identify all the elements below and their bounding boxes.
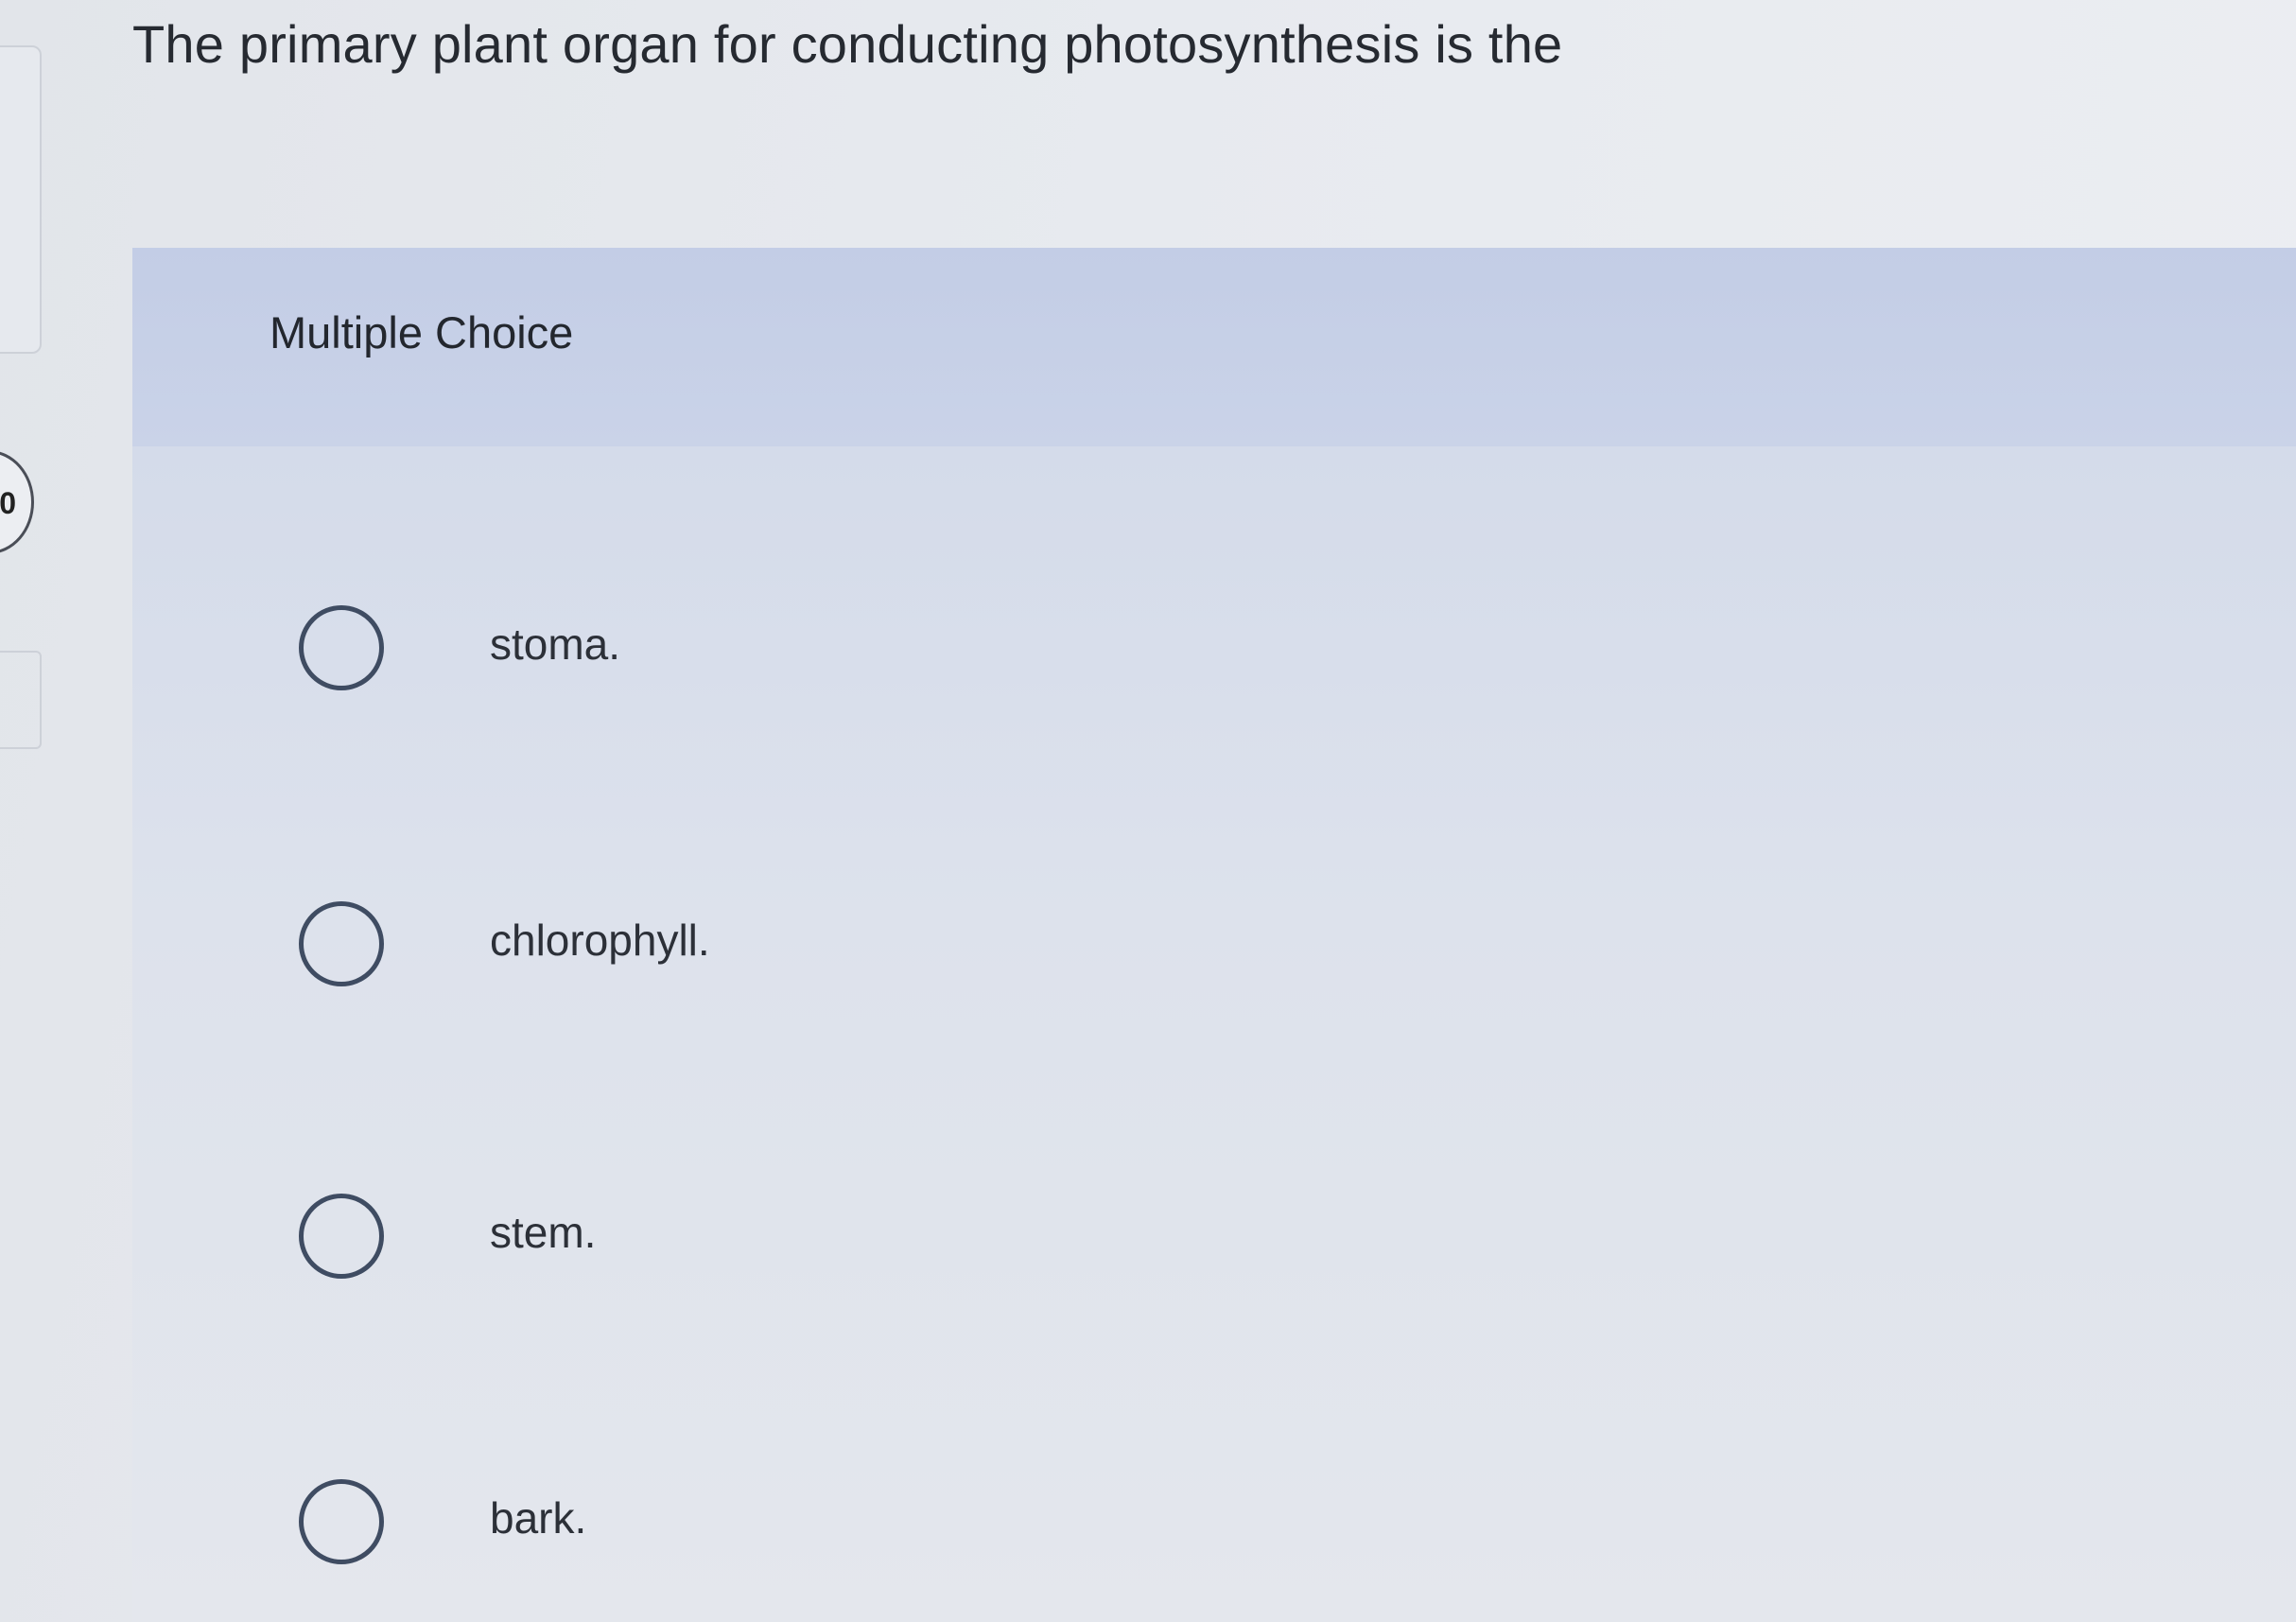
answer-option-bark[interactable]: bark. — [217, 1447, 2279, 1598]
radio-button[interactable] — [299, 1479, 384, 1564]
answer-option-chlorophyll[interactable]: chlorophyll. — [217, 869, 2279, 1020]
radio-button[interactable] — [299, 1194, 384, 1279]
multiple-choice-label: Multiple Choice — [270, 307, 574, 358]
radio-button[interactable] — [299, 901, 384, 986]
multiple-choice-header: Multiple Choice — [132, 248, 2296, 446]
answer-option-stem[interactable]: stem. — [217, 1161, 2279, 1313]
answer-option-label[interactable]: chlorophyll. — [490, 915, 710, 966]
answer-option-label[interactable]: stem. — [490, 1207, 596, 1258]
question-number-badge[interactable]: 0 — [0, 450, 34, 554]
answer-options: stoma. chlorophyll. stem. bark. — [132, 446, 2296, 1622]
side-panel-tab — [0, 651, 42, 749]
question-number: 0 — [0, 486, 16, 520]
answer-option-label[interactable]: stoma. — [490, 619, 620, 670]
quiz-page: 0 The primary plant organ for conducting… — [0, 0, 2296, 1622]
answer-option-label[interactable]: bark. — [490, 1492, 586, 1544]
question-prompt: The primary plant organ for conducting p… — [132, 14, 1563, 74]
answer-option-stoma[interactable]: stoma. — [217, 573, 2279, 724]
side-panel-card — [0, 45, 42, 354]
radio-button[interactable] — [299, 605, 384, 690]
